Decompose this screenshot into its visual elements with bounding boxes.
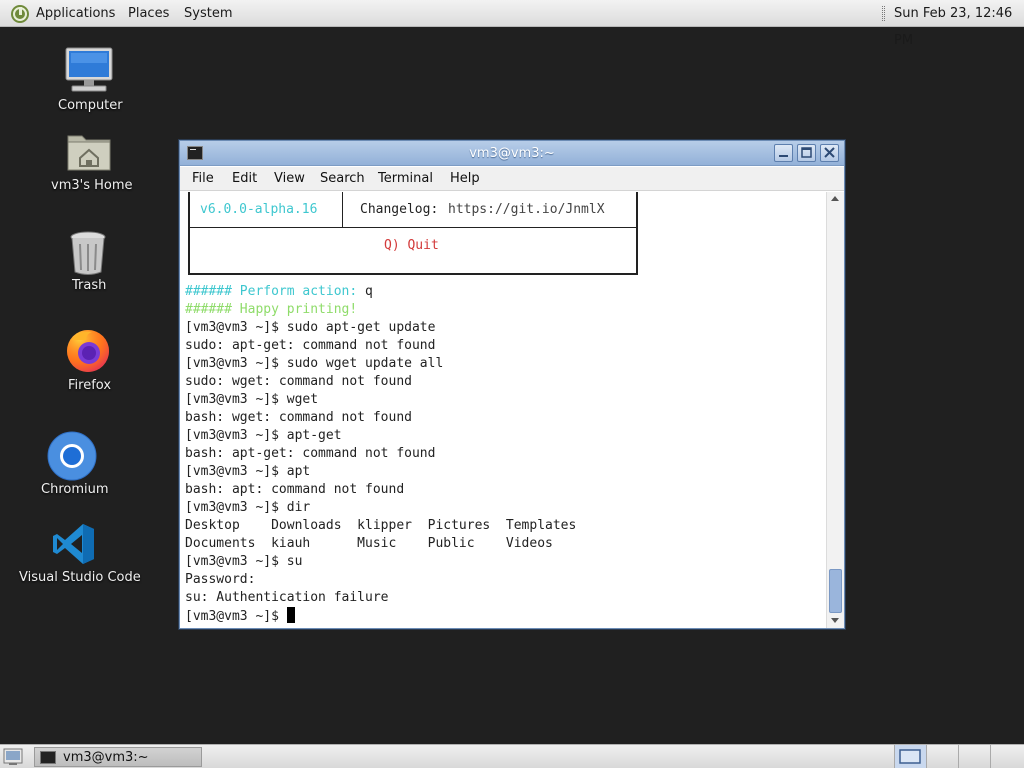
clock[interactable]: Sun Feb 23, 12:46 PM <box>894 0 1024 48</box>
workspace-2[interactable] <box>926 745 958 768</box>
home-folder-icon <box>67 135 111 171</box>
terminal-line: [vm3@vm3 ~]$ sudo wget update all <box>185 356 444 371</box>
text-cursor <box>286 607 295 623</box>
maximize-button[interactable] <box>797 144 816 162</box>
desktop-icon-label: Trash <box>72 278 107 293</box>
terminal-line: [vm3@vm3 ~]$ sudo apt-get update <box>185 320 436 335</box>
applications-menu[interactable]: Applications <box>36 0 115 27</box>
terminal-window[interactable]: vm3@vm3:~ File Edit View Search Terminal… <box>179 140 845 629</box>
close-icon <box>824 147 835 158</box>
desktop-icon-label: Firefox <box>68 378 112 393</box>
changelog-url: https://git.io/JnmlX <box>448 202 605 217</box>
terminal-line: su: Authentication failure <box>185 590 389 605</box>
menu-search[interactable]: Search <box>320 167 365 191</box>
scroll-up-arrow-icon[interactable] <box>831 196 839 201</box>
minimize-icon <box>779 155 788 157</box>
minimize-button[interactable] <box>774 144 793 162</box>
desktop-icon-label: Visual Studio Code <box>19 570 141 585</box>
workspace-3[interactable] <box>958 745 990 768</box>
close-button[interactable] <box>820 144 839 162</box>
terminal-line: sudo: apt-get: command not found <box>185 338 436 353</box>
terminal-line: Password: <box>185 572 256 587</box>
menu-help[interactable]: Help <box>450 167 480 191</box>
top-panel: Applications Places System Sun Feb 23, 1… <box>0 0 1024 48</box>
terminal-line: [vm3@vm3 ~]$ wget <box>185 392 319 407</box>
terminal-icon <box>40 751 56 764</box>
menu-bar: File Edit View Search Terminal Help <box>180 167 844 191</box>
scrollbar-thumb[interactable] <box>829 569 842 613</box>
terminal-output[interactable]: v6.0.0-alpha.16 Changelog: https://git.i… <box>180 192 826 628</box>
menu-edit[interactable]: Edit <box>232 167 257 191</box>
desktop-icon-chromium[interactable]: Chromium <box>30 430 120 502</box>
desktop-icon-computer[interactable]: Computer <box>40 44 136 118</box>
taskbar-label: vm3@vm3:~ <box>63 750 149 765</box>
terminal-line: [vm3@vm3 ~]$ dir <box>185 500 311 515</box>
terminal-line: bash: apt-get: command not found <box>185 446 436 461</box>
scroll-down-arrow-icon[interactable] <box>831 618 839 623</box>
system-menu[interactable]: System <box>184 0 232 27</box>
terminal-line: bash: apt: command not found <box>185 482 405 497</box>
terminal-line: ###### Happy printing! <box>185 302 358 317</box>
title-bar[interactable]: vm3@vm3:~ <box>180 141 844 166</box>
terminal-line: sudo: wget: command not found <box>185 374 412 389</box>
menu-terminal[interactable]: Terminal <box>378 167 433 191</box>
table-row: v6.0.0-alpha.16 Changelog: https://git.i… <box>190 192 636 228</box>
mate-logo-icon[interactable] <box>10 4 30 24</box>
computer-icon <box>65 47 113 92</box>
workspace-1[interactable] <box>894 745 926 768</box>
taskbar-button-terminal[interactable]: vm3@vm3:~ <box>34 747 202 767</box>
menu-view[interactable]: View <box>274 167 305 191</box>
places-menu[interactable]: Places <box>128 0 169 27</box>
menu-file[interactable]: File <box>192 167 214 191</box>
desktop-icon-trash[interactable]: Trash <box>40 228 136 298</box>
terminal-line: Desktop Downloads klipper Pictures Templ… <box>185 518 577 533</box>
trash-icon <box>70 231 106 275</box>
maximize-icon <box>801 147 812 158</box>
terminal-line: bash: wget: command not found <box>185 410 412 425</box>
desktop-icon-label: Computer <box>58 98 123 113</box>
window-title: vm3@vm3:~ <box>469 146 555 161</box>
version-cell: v6.0.0-alpha.16 <box>200 202 318 217</box>
terminal-line: [vm3@vm3 ~]$ apt-get <box>185 428 342 443</box>
show-desktop-icon[interactable] <box>3 748 23 766</box>
terminal-prompt-line[interactable]: [vm3@vm3 ~]$ <box>185 607 295 625</box>
bottom-panel: vm3@vm3:~ <box>0 744 1024 768</box>
panel-separator <box>882 6 885 21</box>
changelog-label: Changelog: <box>360 202 439 217</box>
terminal-line: Documents kiauh Music Public Videos <box>185 536 553 551</box>
terminal-line: [vm3@vm3 ~]$ su <box>185 554 303 569</box>
terminal-line: [vm3@vm3 ~]$ apt <box>185 464 311 479</box>
desktop-icon-label: vm3's Home <box>51 178 133 193</box>
workspace-4[interactable] <box>990 745 1022 768</box>
terminal-line: ###### Perform action: q <box>185 284 373 299</box>
quit-option: Q) Quit <box>384 238 439 253</box>
vertical-scrollbar[interactable] <box>826 192 844 628</box>
vscode-icon <box>53 524 94 564</box>
chromium-icon <box>47 431 97 481</box>
desktop-icon-label: Chromium <box>41 482 109 497</box>
workspace-window-icon <box>899 749 921 764</box>
desktop-icon-firefox[interactable]: Firefox <box>40 326 136 398</box>
desktop-icon-vscode[interactable]: Visual Studio Code <box>12 520 141 590</box>
firefox-icon <box>67 330 109 372</box>
desktop-icon-home[interactable]: vm3's Home <box>40 128 136 202</box>
menu-table: v6.0.0-alpha.16 Changelog: https://git.i… <box>188 192 638 275</box>
